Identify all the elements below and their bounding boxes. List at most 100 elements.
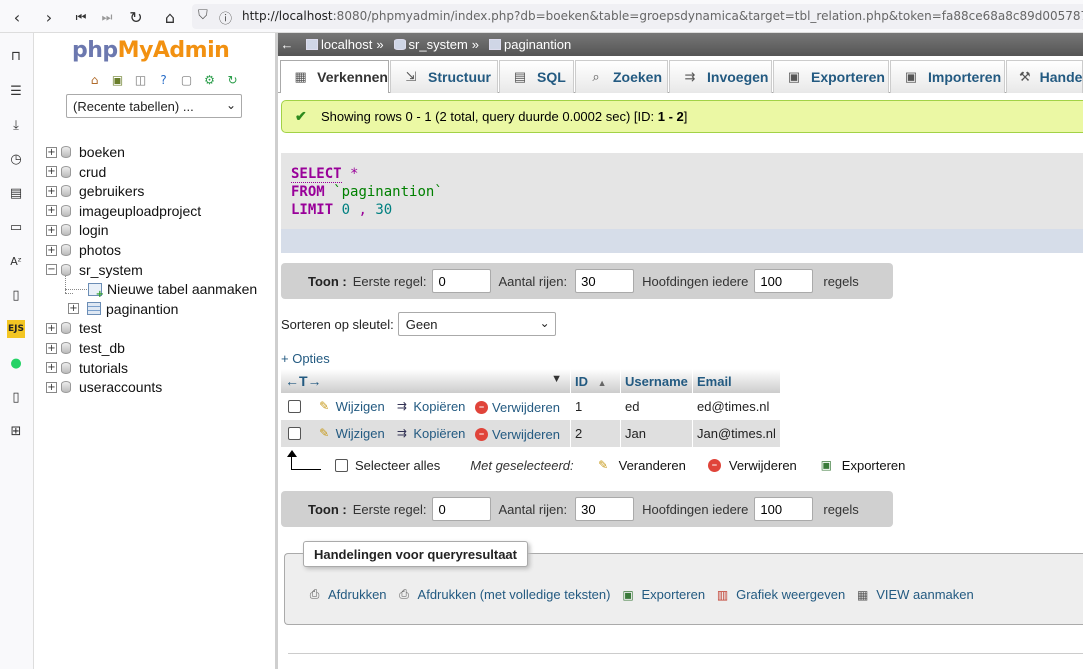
db-item-useraccounts[interactable]: + useraccounts [46,378,162,396]
db-label[interactable]: useraccounts [79,379,162,395]
ejs-icon[interactable]: EJS [7,320,25,338]
db-label[interactable]: test [79,320,102,336]
select-all-checkbox[interactable] [335,458,348,472]
home-icon[interactable]: ⌂ [85,71,104,88]
page-icon[interactable]: ▯ [7,286,25,304]
db-label[interactable]: boeken [79,144,125,160]
delete-link[interactable]: − Verwijderen [475,400,560,415]
reader-icon[interactable]: ☰ [7,82,25,100]
breadcrumb-table[interactable]: paginantion [489,37,571,52]
settings-icon[interactable]: ⚙ [200,71,219,88]
reload-icon[interactable]: ↻ [125,6,147,28]
bookmark-icon[interactable]: ⊓ [7,47,25,65]
headers-every-input[interactable] [754,497,814,521]
collapse-icon[interactable]: − [46,264,57,276]
export-link[interactable]: ▣ Exporteren [619,587,705,602]
select-all-label[interactable]: Selecteer alles [355,458,440,473]
db-item-sr-system[interactable]: − sr_system [46,261,143,279]
tab-invoegen[interactable]: ⇉ Invoegen [669,60,772,93]
column-header-email[interactable]: Email [692,369,781,393]
print-link[interactable]: ⎙ Afdrukken [306,587,387,602]
num-rows-input[interactable] [575,269,635,293]
download-icon[interactable]: ⤓ [7,116,25,134]
column-header-id[interactable]: ID ▲ [570,369,621,393]
next-icon[interactable]: ⏭ [96,6,118,28]
tab-handelingen[interactable]: ⚒ Hande [1006,60,1083,93]
copy-link[interactable]: ⇉ Kopiëren [394,426,466,441]
row-checkbox[interactable] [288,427,301,441]
refresh-icon[interactable]: ↻ [223,71,242,88]
collapse-arrow-icon[interactable]: ← [278,37,296,52]
db-label[interactable]: tutorials [79,360,128,376]
back-icon[interactable]: ‹ [6,6,28,28]
expand-icon[interactable]: + [46,166,57,178]
options-link[interactable]: + Opties [281,351,330,366]
db-label[interactable]: imageuploadproject [79,203,201,219]
home-icon[interactable]: ⌂ [159,6,181,28]
db-label[interactable]: crud [79,164,106,180]
tab-verkennen[interactable]: ▦ Verkennen [280,60,389,93]
copy-link[interactable]: ⇉ Kopiëren [394,399,466,414]
num-rows-input[interactable] [575,497,635,521]
tab-importeren[interactable]: ▣ Importeren [890,60,1005,93]
edit-link[interactable]: ✎ Wijzigen [317,399,385,414]
print-full-link[interactable]: ⎙ Afdrukken (met volledige teksten) [396,587,610,602]
db-label[interactable]: photos [79,242,121,258]
tab-sql[interactable]: ▤ SQL [499,60,574,93]
tab-structuur[interactable]: ⇲ Structuur [390,60,498,93]
db-item-tutorials[interactable]: + tutorials [46,359,128,377]
expand-icon[interactable]: + [68,303,79,315]
first-row-input[interactable] [432,269,492,293]
url-bar[interactable]: ⛉ ⓘ http://localhost:8080/phpmyadmin/ind… [192,4,1083,29]
db-item-boeken[interactable]: + boeken [46,143,125,161]
create-view-link[interactable]: ▦ VIEW aanmaken [854,587,974,602]
db-item-photos[interactable]: + photos [46,241,121,259]
breadcrumb-server[interactable]: localhost [306,37,372,52]
column-arrows-icon[interactable]: ←T→ [285,373,322,389]
db-item-crud[interactable]: + crud [46,163,106,181]
db-item-gebruikers[interactable]: + gebruikers [46,182,144,200]
db-item-login[interactable]: + login [46,221,109,239]
db-item-test[interactable]: + test [46,319,102,337]
edit-link[interactable]: ✎ Wijzigen [317,426,385,441]
document-icon[interactable]: ▯ [7,388,25,406]
bulk-export-button[interactable]: ▣ Exporteren [819,458,906,473]
table-item-paginantion[interactable]: + paginantion [68,300,178,318]
bulk-delete-button[interactable]: − Verwijderen [707,458,797,473]
sql-query-icon[interactable]: ◫ [131,71,150,88]
logout-icon[interactable]: ▣ [108,71,127,88]
docs-icon[interactable]: ▢ [177,71,196,88]
notes-icon[interactable]: ▤ [7,184,25,202]
expand-icon[interactable]: + [46,342,57,354]
delete-link[interactable]: − Verwijderen [475,427,560,442]
phpmyadmin-logo[interactable]: phpMyAdmin [72,38,230,63]
new-table-label[interactable]: Nieuwe tabel aanmaken [107,281,257,297]
chart-link[interactable]: ▥ Grafiek weergeven [714,587,845,602]
expand-icon[interactable]: + [46,322,57,334]
expand-icon[interactable]: + [46,185,57,197]
db-label[interactable]: test_db [79,340,125,356]
help-icon[interactable]: ? [154,71,173,88]
recent-tables-select[interactable]: (Recente tabellen) ... ⌄ [66,94,242,118]
translate-icon[interactable]: Aᶻ [7,252,25,270]
db-label[interactable]: gebruikers [79,183,144,199]
table-label[interactable]: paginantion [106,301,178,317]
sort-dropdown-icon[interactable]: ▼ [551,373,562,385]
row-checkbox[interactable] [288,400,301,414]
expand-icon[interactable]: + [46,205,57,217]
new-table-item[interactable]: Nieuwe tabel aanmaken [88,280,257,300]
db-label[interactable]: login [79,222,109,238]
expand-icon[interactable]: + [46,146,57,158]
first-icon[interactable]: ⏮ [70,6,92,28]
db-label[interactable]: sr_system [79,262,143,278]
breadcrumb-database[interactable]: sr_system [393,37,468,52]
sort-select[interactable]: Geen ⌄ [397,312,556,336]
expand-icon[interactable]: + [46,381,57,393]
expand-icon[interactable]: + [46,244,57,256]
db-item-test-db[interactable]: + test_db [46,339,125,357]
history-icon[interactable]: ◷ [7,150,25,168]
bulk-change-button[interactable]: ✎ Veranderen [596,458,686,473]
add-panel-icon[interactable]: ⊞ [7,422,25,440]
whatsapp-icon[interactable]: ● [7,354,25,372]
tab-zoeken[interactable]: ⌕ Zoeken [575,60,668,93]
